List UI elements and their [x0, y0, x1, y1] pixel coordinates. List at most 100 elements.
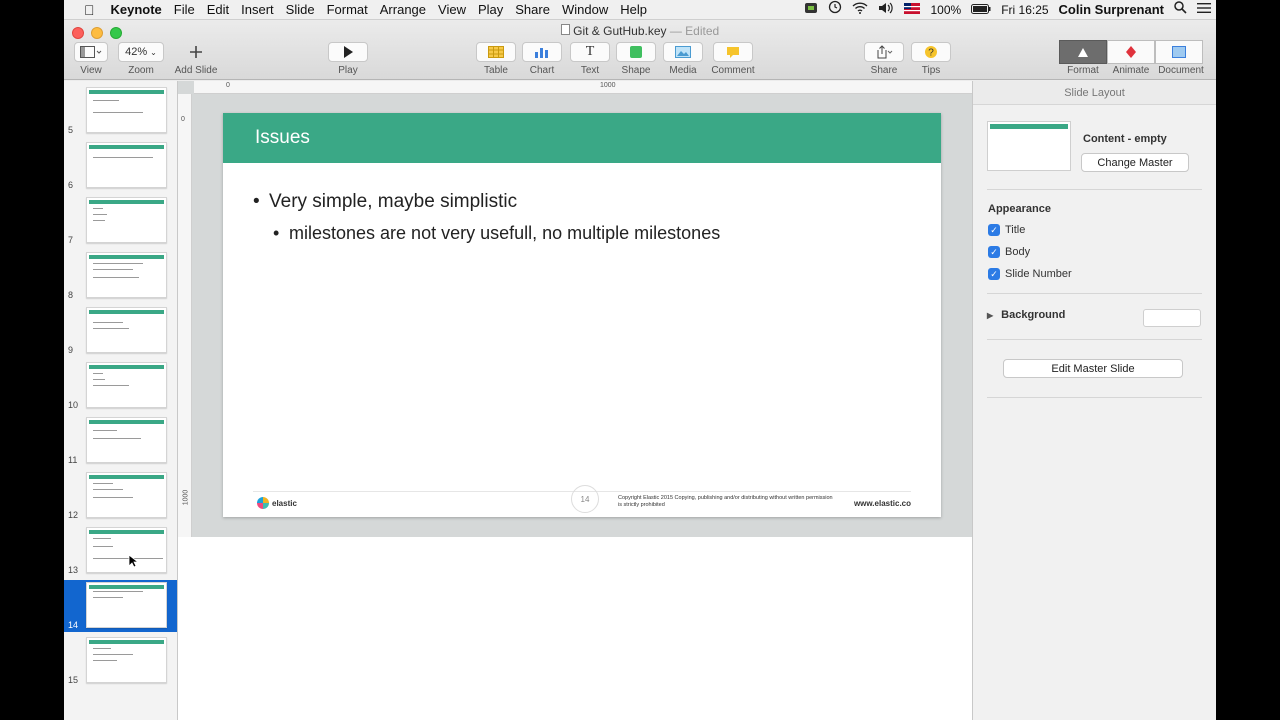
change-master-button[interactable]: Change Master — [1081, 153, 1189, 172]
slide-thumbnail[interactable] — [86, 417, 167, 463]
apple-menu-icon[interactable]:  — [64, 0, 105, 20]
background-color-well[interactable] — [1143, 309, 1201, 327]
format-tab[interactable] — [1059, 40, 1107, 64]
slide-thumbnail[interactable] — [86, 362, 167, 408]
bullet-level-2[interactable]: • milestones are not very usefull, no mul… — [273, 223, 720, 244]
tips-icon: ? — [911, 42, 951, 62]
shape-button[interactable]: Shape — [616, 42, 656, 76]
thumbnail-text-line — [93, 269, 133, 270]
thumbnail-title-bar — [89, 585, 164, 589]
slide-thumbnail-row[interactable]: 5 — [64, 85, 177, 137]
document-tab[interactable] — [1155, 40, 1203, 64]
zoom-menu[interactable]: 42% ⌄ Zoom — [118, 42, 164, 76]
slide-thumbnail[interactable] — [86, 527, 167, 573]
slide-thumbnail-row[interactable]: 10 — [64, 360, 177, 412]
slide-thumbnail[interactable] — [86, 87, 167, 133]
animate-diamond-icon — [1126, 46, 1136, 58]
slide-thumbnail[interactable] — [86, 142, 167, 188]
view-button[interactable]: View — [74, 42, 108, 76]
background-disclosure[interactable]: ▶ Background — [987, 309, 1065, 321]
text-button[interactable]: T Text — [570, 42, 610, 76]
menu-file[interactable]: File — [168, 0, 201, 20]
thumbnail-title-bar — [89, 255, 164, 259]
menu-format[interactable]: Format — [321, 0, 374, 20]
add-slide-button[interactable]: Add Slide — [172, 42, 220, 76]
ruler-horizontal[interactable]: 0 1000 — [194, 81, 972, 94]
slide-thumbnail[interactable] — [86, 582, 167, 628]
tab-slide-layout[interactable]: Slide Layout — [973, 81, 1216, 105]
text-label: Text — [580, 65, 600, 76]
thumbnail-title-bar — [89, 310, 164, 314]
animate-tab[interactable] — [1107, 40, 1155, 64]
slide-thumbnail-row[interactable]: 6 — [64, 140, 177, 192]
time-machine-icon[interactable] — [823, 0, 847, 20]
share-button[interactable]: Share — [864, 42, 904, 76]
divider — [987, 339, 1202, 340]
edited-indicator[interactable]: — Edited — [670, 24, 719, 38]
thumbnail-title-bar — [89, 420, 164, 424]
edit-master-slide-button[interactable]: Edit Master Slide — [1003, 359, 1183, 378]
menu-app[interactable]: Keynote — [105, 0, 168, 20]
ruler-vertical[interactable]: 0 1000 — [178, 94, 192, 537]
slide-canvas[interactable]: 0 1000 0 1000 Issues • Very simple, maybe… — [178, 81, 972, 720]
thumbnail-text-line — [93, 328, 129, 329]
slide-navigator[interactable]: 5 6 7 8 9 10 11 12 13 14 15 — [64, 81, 178, 720]
slide-thumbnail-row[interactable]: 12 — [64, 470, 177, 522]
slide-thumbnail-row[interactable]: 8 — [64, 250, 177, 302]
slide-thumbnail-number: 8 — [68, 290, 74, 300]
menu-arrange[interactable]: Arrange — [374, 0, 432, 20]
slide-thumbnail-row[interactable]: 7 — [64, 195, 177, 247]
flag-icon[interactable] — [899, 0, 925, 20]
body-checkbox[interactable]: ✓ Body — [988, 246, 1030, 258]
volume-icon[interactable] — [873, 0, 899, 20]
title-checkbox[interactable]: ✓ Title — [988, 224, 1025, 236]
wifi-icon[interactable] — [847, 0, 873, 20]
thumbnail-text-line — [93, 660, 117, 661]
battery-icon[interactable] — [966, 0, 996, 20]
copyright-notice: Copyright Elastic 2015 Copying, publishi… — [618, 495, 833, 508]
slide-thumbnail-row[interactable]: 13 — [64, 525, 177, 577]
menu-share[interactable]: Share — [509, 0, 556, 20]
thumbnail-text-line — [93, 648, 111, 649]
slide-thumbnail[interactable] — [86, 252, 167, 298]
clock[interactable]: Fri 16:25 — [996, 0, 1053, 20]
user-name[interactable]: Colin Surprenant — [1054, 0, 1169, 20]
play-button[interactable]: Play — [328, 42, 368, 76]
master-thumbnail[interactable] — [987, 121, 1071, 171]
sidebar-view-icon — [74, 42, 108, 62]
slide-thumbnail[interactable] — [86, 197, 167, 243]
menu-edit[interactable]: Edit — [201, 0, 235, 20]
slide-thumbnail-row[interactable]: 9 — [64, 305, 177, 357]
bullet-dot: • — [253, 191, 260, 212]
slide-thumbnail-row[interactable]: 15 — [64, 635, 177, 687]
thumbnail-text-line — [93, 438, 141, 439]
table-button[interactable]: Table — [476, 42, 516, 76]
slide-thumbnail[interactable] — [86, 637, 167, 683]
slide-thumbnail[interactable] — [86, 472, 167, 518]
slide-thumbnail-row[interactable]: 14 — [64, 580, 177, 632]
slide-title[interactable]: Issues — [255, 127, 310, 149]
evernote-icon[interactable] — [799, 0, 823, 20]
slide-thumbnail-row[interactable]: 11 — [64, 415, 177, 467]
menu-window[interactable]: Window — [556, 0, 614, 20]
notification-center-icon[interactable] — [1192, 0, 1216, 20]
menu-insert[interactable]: Insert — [235, 0, 280, 20]
tips-button[interactable]: ? Tips — [911, 42, 951, 76]
slide-number-checkbox[interactable]: ✓ Slide Number — [988, 268, 1072, 280]
slide-thumbnail-number: 14 — [68, 620, 79, 630]
bullet-level-1[interactable]: • Very simple, maybe simplistic — [253, 191, 517, 213]
thumbnail-title-bar — [89, 145, 164, 149]
menu-view[interactable]: View — [432, 0, 472, 20]
comment-button[interactable]: Comment — [710, 42, 756, 76]
slide-thumbnail[interactable] — [86, 307, 167, 353]
chart-button[interactable]: Chart — [522, 42, 562, 76]
thumbnail-title-bar — [89, 530, 164, 534]
menu-play[interactable]: Play — [472, 0, 509, 20]
document-title[interactable]: Git & GutHub.key — [573, 24, 666, 38]
media-button[interactable]: Media — [663, 42, 703, 76]
menu-slide[interactable]: Slide — [280, 0, 321, 20]
comment-icon — [713, 42, 753, 62]
menu-help[interactable]: Help — [614, 0, 653, 20]
slide[interactable]: Issues • Very simple, maybe simplistic • m… — [223, 113, 941, 517]
spotlight-icon[interactable] — [1169, 0, 1192, 20]
